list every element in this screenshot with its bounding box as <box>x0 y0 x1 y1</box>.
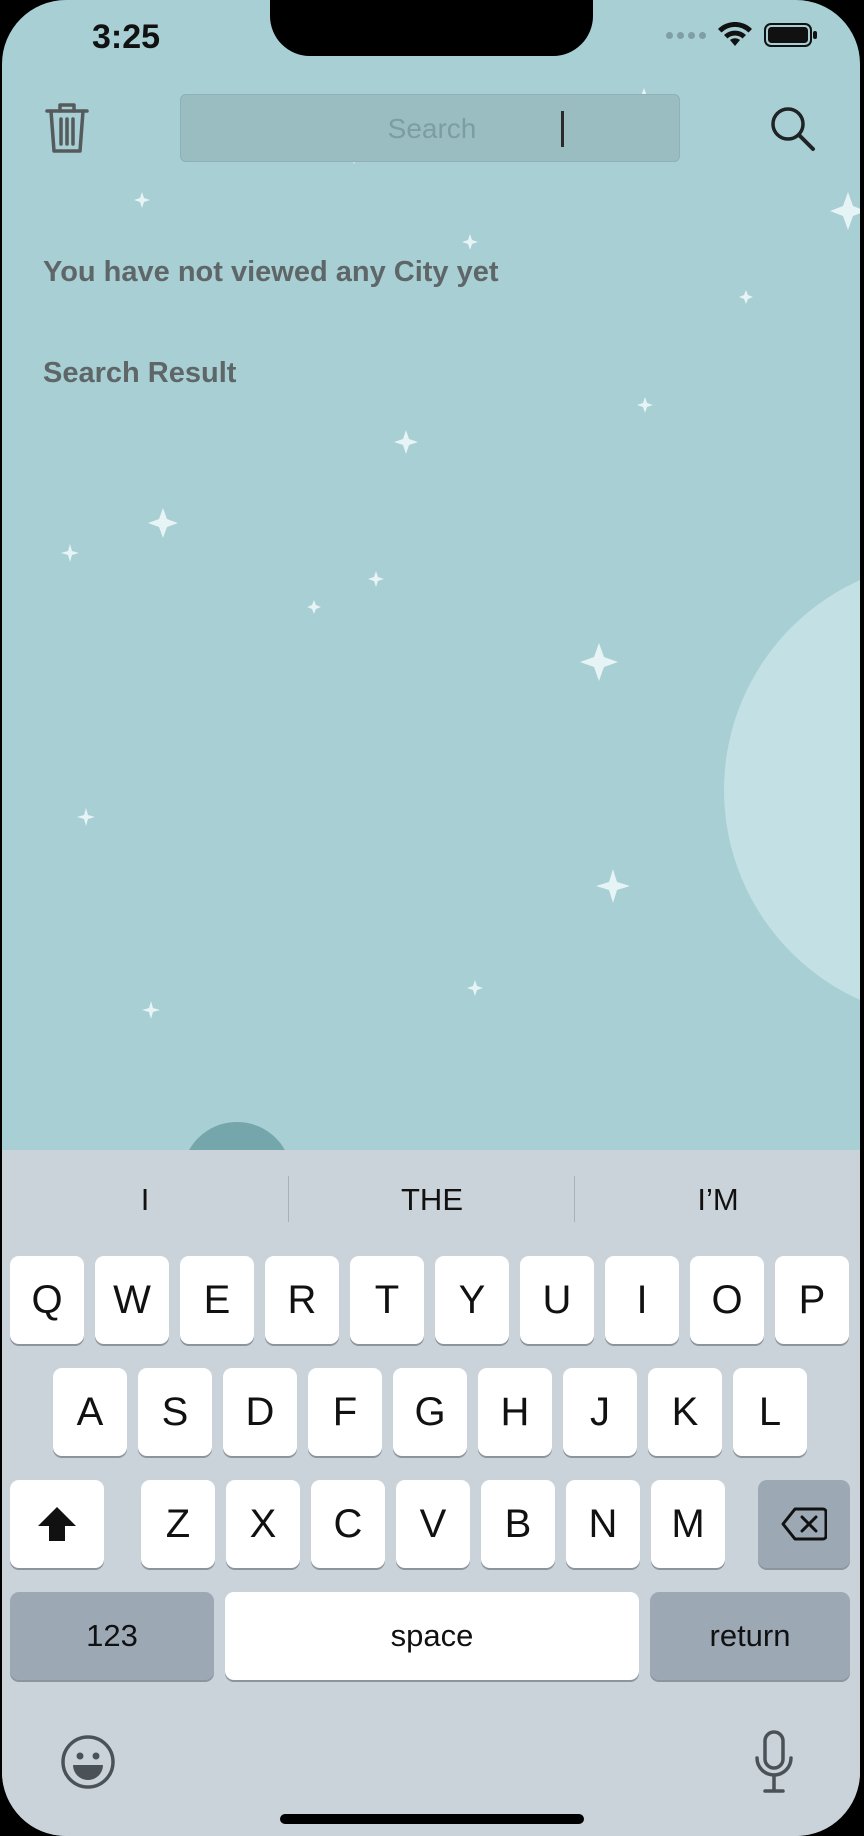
suggestion-1[interactable]: I <box>2 1150 288 1250</box>
battery-icon <box>764 22 818 48</box>
backspace-key[interactable] <box>758 1480 850 1568</box>
suggestion-2[interactable]: THE <box>289 1150 575 1250</box>
key-z[interactable]: Z <box>141 1480 215 1568</box>
key-w[interactable]: W <box>95 1256 169 1344</box>
emoji-icon[interactable] <box>60 1734 116 1790</box>
trash-icon[interactable] <box>44 100 90 156</box>
keyboard: I THE I’M Q W E R T Y U I O P A S D F G … <box>2 1150 860 1836</box>
key-j[interactable]: J <box>563 1368 637 1456</box>
wifi-icon <box>718 22 752 48</box>
backspace-icon <box>781 1507 827 1541</box>
stars-decoration <box>61 88 860 1019</box>
device-frame: 3:25 Search You have not viewed any City… <box>0 0 864 1836</box>
search-input[interactable] <box>181 95 683 163</box>
key-o[interactable]: O <box>690 1256 764 1344</box>
key-n[interactable]: N <box>566 1480 640 1568</box>
home-indicator[interactable] <box>280 1814 584 1824</box>
top-bar <box>2 92 860 164</box>
notch <box>270 0 593 56</box>
search-field[interactable] <box>180 94 683 163</box>
key-k[interactable]: K <box>648 1368 722 1456</box>
numbers-key[interactable]: 123 <box>10 1592 214 1680</box>
key-r[interactable]: R <box>265 1256 339 1344</box>
suggestion-3[interactable]: I’M <box>575 1150 860 1250</box>
empty-history-message: You have not viewed any City yet <box>43 256 499 288</box>
status-time: 3:25 <box>92 18 161 56</box>
app-screen: 3:25 Search You have not viewed any City… <box>2 0 860 1836</box>
key-a[interactable]: A <box>53 1368 127 1456</box>
key-e[interactable]: E <box>180 1256 254 1344</box>
return-key[interactable]: return <box>650 1592 850 1680</box>
shift-icon <box>38 1507 76 1541</box>
key-s[interactable]: S <box>138 1368 212 1456</box>
signal-dots-icon <box>666 31 706 39</box>
key-g[interactable]: G <box>393 1368 467 1456</box>
key-q[interactable]: Q <box>10 1256 84 1344</box>
text-caret <box>561 111 564 147</box>
key-y[interactable]: Y <box>435 1256 509 1344</box>
key-d[interactable]: D <box>223 1368 297 1456</box>
key-h[interactable]: H <box>478 1368 552 1456</box>
key-v[interactable]: V <box>396 1480 470 1568</box>
key-i[interactable]: I <box>605 1256 679 1344</box>
key-t[interactable]: T <box>350 1256 424 1344</box>
key-l[interactable]: L <box>733 1368 807 1456</box>
key-f[interactable]: F <box>308 1368 382 1456</box>
shift-key[interactable] <box>10 1480 104 1568</box>
key-c[interactable]: C <box>311 1480 385 1568</box>
key-b[interactable]: B <box>481 1480 555 1568</box>
key-u[interactable]: U <box>520 1256 594 1344</box>
search-result-title: Search Result <box>43 357 237 389</box>
key-p[interactable]: P <box>775 1256 849 1344</box>
microphone-icon[interactable] <box>754 1730 794 1794</box>
key-x[interactable]: X <box>226 1480 300 1568</box>
space-key[interactable]: space <box>225 1592 639 1680</box>
search-icon[interactable] <box>768 104 816 152</box>
status-icons <box>666 22 818 48</box>
key-m[interactable]: M <box>651 1480 725 1568</box>
